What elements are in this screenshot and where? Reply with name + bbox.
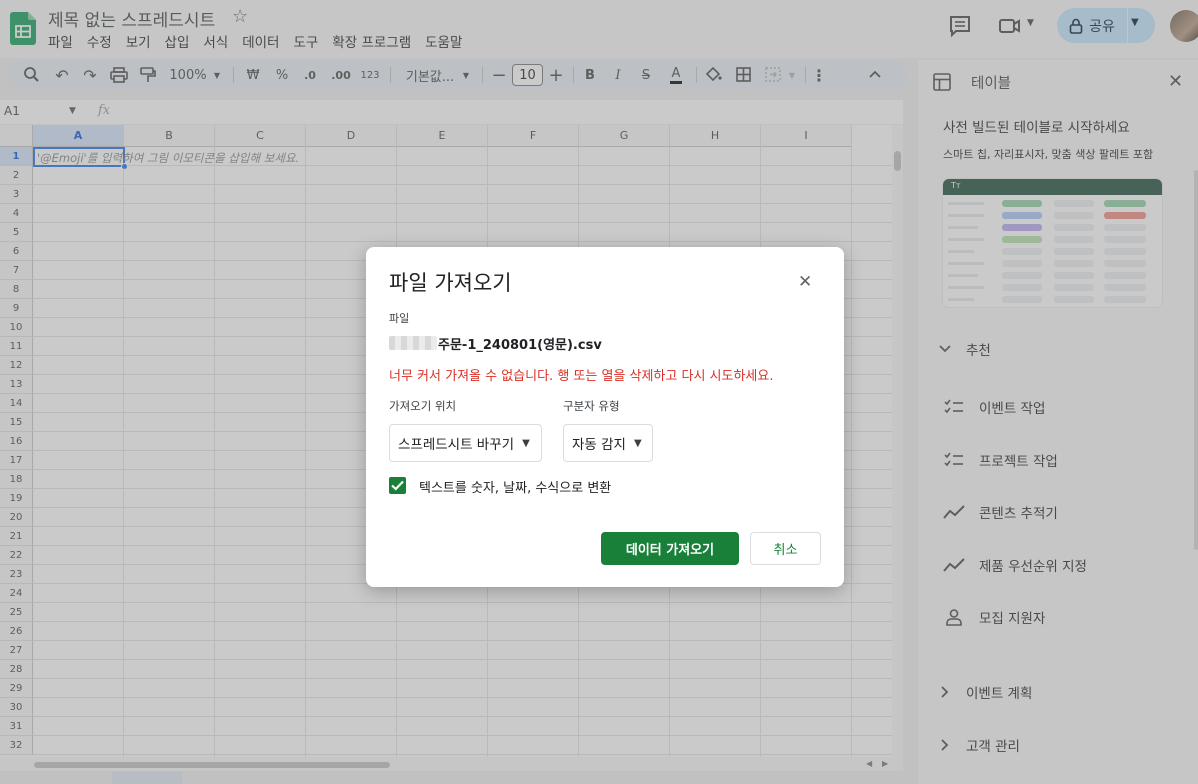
convert-text-checkbox[interactable]: [389, 477, 406, 494]
file-label: 파일: [389, 312, 410, 325]
checkmark-icon: [391, 480, 404, 491]
dialog-title: 파일 가져오기: [389, 271, 512, 295]
dropdown-caret-icon: ▼: [522, 437, 530, 449]
blurred-file-prefix: [389, 336, 437, 350]
cancel-button[interactable]: 취소: [750, 532, 821, 565]
import-location-label: 가져오기 위치: [389, 399, 457, 413]
error-message: 너무 커서 가져올 수 없습니다. 행 또는 열을 삭제하고 다시 시도하세요.: [389, 369, 774, 384]
separator-type-select[interactable]: 자동 감지 ▼: [563, 424, 653, 462]
dropdown-caret-icon: ▼: [633, 437, 642, 449]
import-file-dialog: 파일 가져오기 ✕ 파일 주문-1_240801(영문).csv 너무 커서 가…: [366, 247, 844, 587]
close-icon[interactable]: ✕: [798, 272, 812, 292]
separator-type-label: 구분자 유형: [563, 399, 620, 413]
separator-type-value: 자동 감지: [572, 437, 626, 453]
import-data-button[interactable]: 데이터 가져오기: [601, 532, 739, 565]
import-location-select[interactable]: 스프레드시트 바꾸기 ▼: [389, 424, 542, 462]
file-name: 주문-1_240801(영문).csv: [438, 338, 602, 353]
import-location-value: 스프레드시트 바꾸기: [398, 437, 515, 453]
convert-text-label[interactable]: 텍스트를 숫자, 날짜, 수식으로 변환: [419, 477, 611, 496]
